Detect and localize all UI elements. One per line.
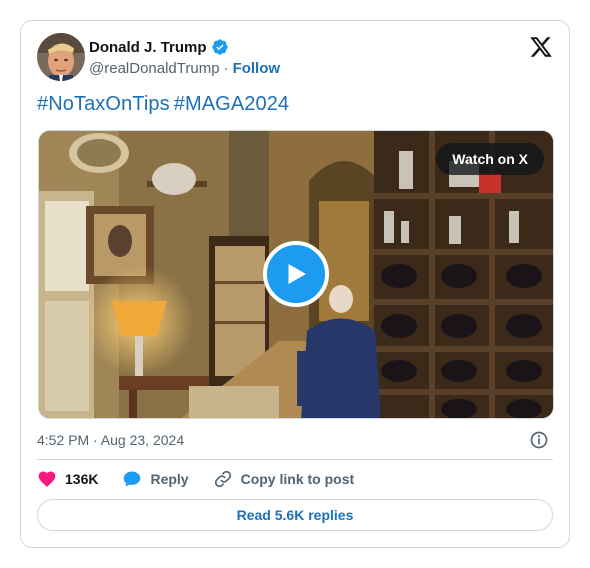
- follow-button[interactable]: Follow: [233, 60, 281, 77]
- like-action[interactable]: 136K: [37, 469, 98, 489]
- handle-separator: ·: [223, 60, 229, 77]
- author-handle[interactable]: @realDonaldTrump: [89, 60, 220, 77]
- play-button[interactable]: [263, 241, 329, 307]
- reply-bubble-icon: [124, 471, 141, 487]
- link-icon: [214, 470, 231, 488]
- author-name-row: Donald J. Trump: [89, 38, 229, 56]
- embedded-post-card: Donald J. Trump @realDonaldTrump · Follo…: [20, 20, 570, 548]
- author-display-name[interactable]: Donald J. Trump: [89, 39, 207, 56]
- x-logo-icon[interactable]: [529, 35, 553, 59]
- watch-on-x-button[interactable]: Watch on X: [436, 143, 544, 175]
- like-count: 136K: [65, 471, 99, 487]
- hashtag-link[interactable]: #MAGA2024: [174, 93, 289, 115]
- play-icon: [288, 264, 306, 284]
- copy-link-action[interactable]: Copy link to post: [213, 469, 355, 489]
- divider: [37, 459, 553, 460]
- reply-action[interactable]: Reply: [122, 469, 189, 489]
- copy-link-label: Copy link to post: [240, 471, 355, 487]
- read-replies-button[interactable]: Read 5.6K replies: [37, 499, 553, 531]
- author-handle-row: @realDonaldTrump · Follow: [89, 60, 280, 77]
- post-actions: 136K Reply Copy link to post: [37, 469, 378, 489]
- post-meta-row: 4:52 PM · Aug 23, 2024: [37, 430, 553, 450]
- video-media[interactable]: Watch on X: [38, 130, 554, 419]
- post-timestamp[interactable]: 4:52 PM · Aug 23, 2024: [37, 432, 184, 448]
- reply-label: Reply: [150, 471, 189, 487]
- avatar-image: [37, 33, 85, 81]
- author-avatar[interactable]: [37, 33, 85, 81]
- heart-icon: [38, 471, 56, 487]
- info-icon[interactable]: [529, 430, 549, 450]
- verified-badge-icon: [211, 38, 229, 56]
- post-text: #NoTaxOnTips #MAGA2024: [37, 93, 293, 116]
- hashtag-link[interactable]: #NoTaxOnTips: [37, 93, 170, 115]
